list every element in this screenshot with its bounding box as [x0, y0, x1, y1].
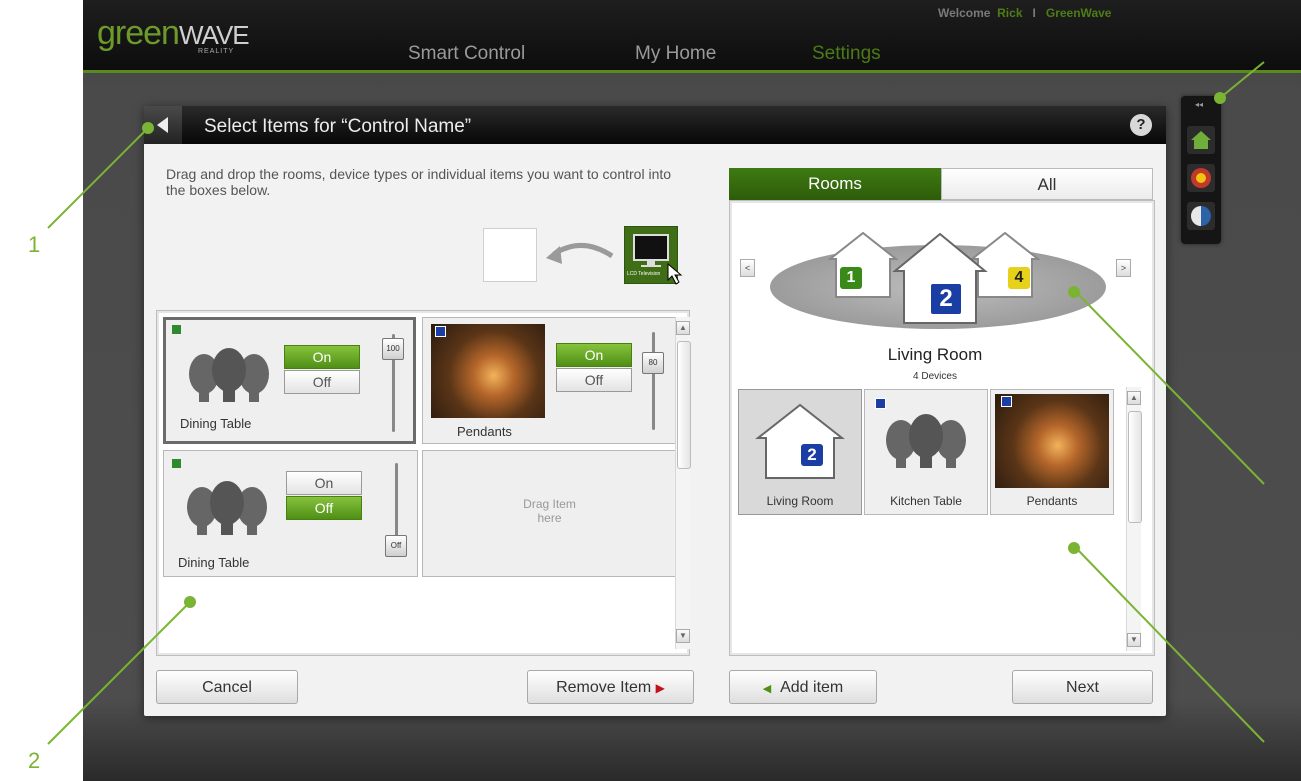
scroll-down-button[interactable]: ▼ [1127, 633, 1141, 647]
emergency-icon[interactable] [1187, 164, 1215, 192]
off-button[interactable]: Off [284, 370, 360, 394]
scroll-thumb[interactable] [1128, 411, 1142, 523]
room-badge-4: 4 [1008, 267, 1030, 289]
tab-rooms[interactable]: Rooms [729, 168, 941, 200]
dialog-header: Select Items for “Control Name” ? [144, 106, 1166, 144]
selected-items-panel: On Off 100 Dining Table On Off 80 Pendan… [156, 310, 691, 656]
nav-settings[interactable]: Settings [812, 43, 881, 65]
room-item-kitchen-table[interactable]: Kitchen Table [864, 389, 988, 515]
welcome-text: Welcome Rick I GreenWave [938, 6, 1112, 20]
on-button[interactable]: On [284, 345, 360, 369]
lightbulb-icon [187, 481, 267, 535]
back-button[interactable] [144, 106, 182, 144]
scroll-up-button[interactable]: ▲ [676, 321, 690, 335]
room-house-icon-1[interactable] [828, 231, 898, 299]
on-button[interactable]: On [556, 343, 632, 367]
device-count: 4 Devices [913, 371, 957, 382]
device-marker [172, 325, 181, 334]
callout-1: 1 [28, 232, 41, 257]
nav-smart-control[interactable]: Smart Control [408, 43, 525, 65]
select-items-dialog: Select Items for “Control Name” ? Drag a… [144, 106, 1166, 716]
callout-2: 2 [28, 748, 41, 773]
curved-arrow-icon [546, 243, 614, 264]
lightbulb-icon [886, 414, 966, 468]
instructions-text: Drag and drop the rooms, device types or… [166, 166, 672, 198]
app-window: greenWAVE REALITY Smart Control My Home … [83, 0, 1301, 781]
logo-subtitle: REALITY [198, 48, 235, 55]
room-badge: 2 [801, 444, 823, 466]
top-bar: greenWAVE REALITY Smart Control My Home … [83, 0, 1301, 73]
room-item-living-room[interactable]: 2 Living Room [738, 389, 862, 515]
room-item-pendants[interactable]: Pendants [990, 389, 1114, 515]
pendants-photo [431, 324, 545, 418]
dimmer-slider[interactable]: 80 [642, 352, 664, 374]
scroll-thumb[interactable] [677, 341, 691, 469]
nav-my-home[interactable]: My Home [635, 43, 716, 65]
device-marker [172, 459, 181, 468]
selected-room-name: Living Room [887, 345, 983, 364]
card-label: Pendants [457, 424, 512, 439]
card-label: Dining Table [180, 416, 252, 431]
user-name[interactable]: Rick [997, 6, 1022, 20]
next-button[interactable]: Next [1012, 670, 1153, 704]
device-marker [1001, 396, 1012, 407]
control-card-pendants[interactable]: On Off 80 Pendants [422, 317, 677, 444]
dialog-title: Select Items for “Control Name” [204, 116, 472, 137]
card-label: Dining Table [178, 555, 250, 570]
company-link[interactable]: GreenWave [1046, 6, 1112, 20]
dimmer-slider[interactable]: 100 [382, 338, 404, 360]
rooms-browser-panel: < > 1 4 2 Living Room 4 Devices 2 Living… [729, 200, 1155, 656]
collapse-icon[interactable]: ◂◂ [1195, 100, 1203, 109]
room-badge-2: 2 [930, 283, 962, 315]
back-arrow-icon [157, 117, 168, 133]
dimmer-track [652, 332, 655, 430]
scroll-down-button[interactable]: ▼ [676, 629, 690, 643]
tile-label: Kitchen Table [890, 494, 962, 508]
off-button[interactable]: Off [286, 496, 362, 520]
lightbulb-icon [189, 348, 269, 402]
control-card-dining-table-1[interactable]: On Off 100 Dining Table [163, 317, 416, 444]
help-button[interactable]: ? [1130, 114, 1152, 136]
left-arrow-icon: ◀ [762, 683, 772, 695]
carousel-next-button[interactable]: > [1116, 259, 1131, 277]
drop-zone-text: Drag Item here [523, 497, 576, 525]
browse-tabs: Rooms All [729, 168, 1153, 200]
tv-label: LCD Television [627, 271, 661, 277]
device-marker [435, 326, 446, 337]
control-card-dining-table-2[interactable]: On Off Off Dining Table [163, 450, 418, 577]
dimmer-slider[interactable]: Off [385, 535, 407, 557]
lcd-television-tile[interactable]: LCD Television [624, 226, 683, 285]
house-icon [755, 403, 845, 479]
tile-label: Living Room [766, 494, 834, 508]
off-button[interactable]: Off [556, 368, 632, 392]
left-panel-scrollbar[interactable]: ▲ ▼ [675, 317, 691, 649]
energy-icon[interactable] [1187, 202, 1215, 230]
device-marker [875, 398, 886, 409]
right-panel-scrollbar[interactable]: ▲ ▼ [1126, 387, 1142, 651]
on-button[interactable]: On [286, 471, 362, 495]
cancel-button[interactable]: Cancel [156, 670, 298, 704]
drop-target-illustration [483, 228, 537, 282]
room-badge-1: 1 [840, 267, 862, 289]
side-dock: ◂◂ [1181, 96, 1221, 244]
add-item-button[interactable]: ◀ Add item [729, 670, 877, 704]
home-icon[interactable] [1187, 126, 1215, 154]
remove-item-button[interactable]: Remove Item ▶ [527, 670, 694, 704]
scroll-up-button[interactable]: ▲ [1127, 391, 1141, 405]
mouse-cursor-icon [667, 263, 683, 285]
carousel-prev-button[interactable]: < [740, 259, 755, 277]
drag-item-drop-zone[interactable]: Drag Item here [422, 450, 677, 577]
tab-all[interactable]: All [941, 168, 1153, 200]
tile-label: Pendants [1026, 494, 1078, 508]
right-arrow-icon: ▶ [655, 681, 665, 695]
pendants-photo [995, 394, 1109, 488]
